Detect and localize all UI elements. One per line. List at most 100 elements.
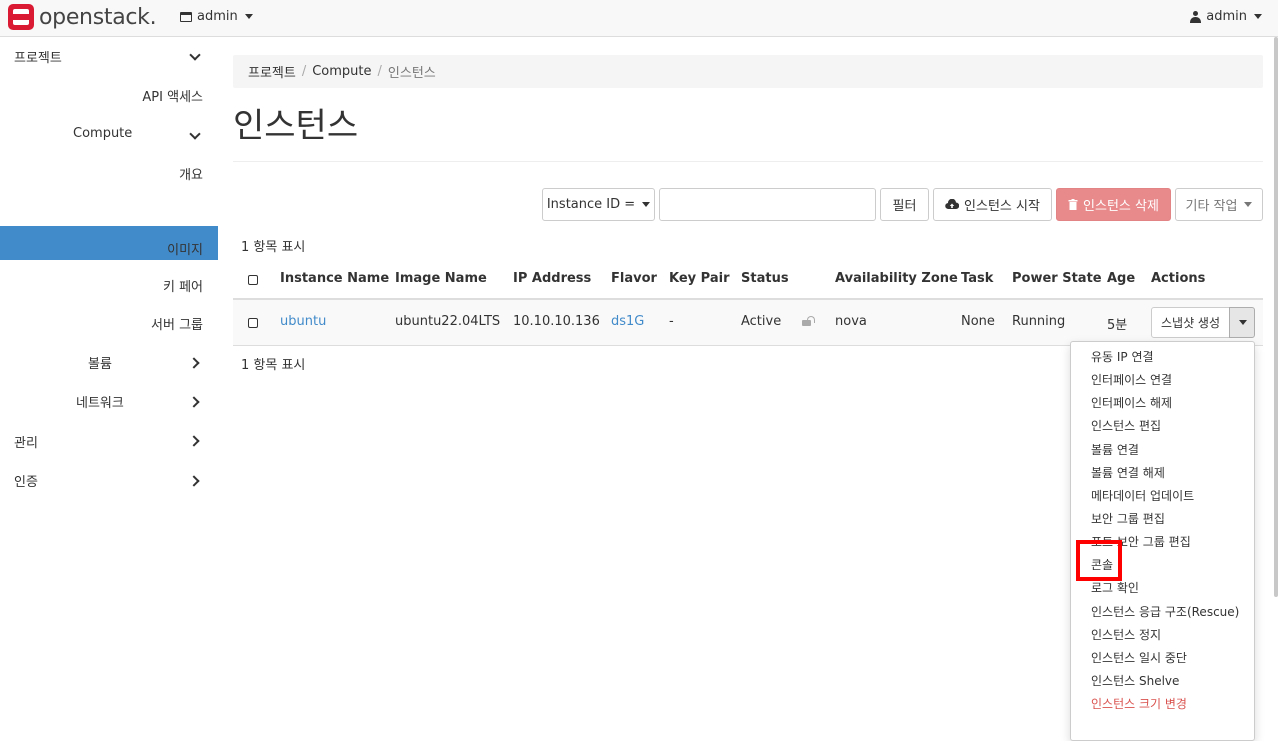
col-power-state[interactable]: Power State bbox=[1012, 271, 1102, 286]
col-age[interactable]: Age bbox=[1107, 271, 1135, 286]
sidebar-item-images[interactable]: 이미지 bbox=[167, 239, 203, 258]
caret-down-icon bbox=[244, 14, 253, 19]
menu-item-update-metadata[interactable]: 메타데이터 업데이트 bbox=[1091, 487, 1194, 504]
caret-down-icon bbox=[1254, 14, 1262, 19]
power-state-cell: Running bbox=[1012, 314, 1066, 329]
row-checkbox[interactable] bbox=[248, 318, 258, 328]
sidebar-item-api-access[interactable]: API 액세스 bbox=[142, 86, 203, 105]
task-cell: None bbox=[961, 314, 995, 329]
key-pair-cell: - bbox=[669, 314, 674, 329]
breadcrumb-project[interactable]: 프로젝트 bbox=[248, 62, 296, 81]
filter-field-select[interactable]: Instance ID = bbox=[542, 188, 655, 221]
chevron-right-icon[interactable] bbox=[188, 357, 200, 369]
col-ip-address[interactable]: IP Address bbox=[513, 271, 591, 286]
breadcrumb-instances: 인스턴스 bbox=[387, 66, 436, 81]
sidebar-item-identity[interactable]: 인증 bbox=[14, 471, 38, 490]
chevron-right-icon[interactable] bbox=[188, 396, 200, 408]
instance-name-link[interactable]: ubuntu bbox=[280, 314, 326, 329]
menu-item-associate-floating-ip[interactable]: 유동 IP 연결 bbox=[1091, 348, 1154, 365]
sidebar-item-network[interactable]: 네트워크 bbox=[76, 392, 124, 411]
launch-instance-label: 인스턴스 시작 bbox=[964, 199, 1040, 214]
col-instance-name[interactable]: Instance Name bbox=[280, 271, 389, 286]
availability-zone-cell: nova bbox=[835, 314, 867, 329]
caret-down-icon bbox=[642, 202, 651, 207]
col-task[interactable]: Task bbox=[961, 271, 993, 286]
openstack-logo[interactable]: openstack. bbox=[8, 4, 157, 30]
menu-item-suspend-instance[interactable]: 인스턴스 일시 중단 bbox=[1091, 649, 1187, 666]
col-image-name[interactable]: Image Name bbox=[395, 271, 487, 286]
console-highlight-box bbox=[1076, 540, 1122, 581]
user-menu-label: admin bbox=[1206, 9, 1247, 24]
col-actions: Actions bbox=[1151, 271, 1206, 286]
project-menu[interactable]: admin bbox=[180, 9, 253, 24]
openstack-logo-icon bbox=[8, 4, 34, 30]
breadcrumb-separator: / bbox=[377, 64, 382, 79]
sidebar-item-overview[interactable]: 개요 bbox=[179, 164, 203, 183]
flavor-link[interactable]: ds1G bbox=[611, 314, 644, 329]
menu-item-rescue-instance[interactable]: 인스턴스 응급 구조(Rescue) bbox=[1091, 603, 1239, 620]
age-cell: 5분 bbox=[1107, 318, 1128, 333]
breadcrumb: 프로젝트 / Compute / 인스턴스 bbox=[233, 55, 1263, 88]
filter-button[interactable]: 필터 bbox=[880, 188, 929, 221]
create-snapshot-button[interactable]: 스냅샷 생성 bbox=[1151, 307, 1230, 338]
status-cell: Active bbox=[741, 314, 782, 329]
window-icon bbox=[180, 11, 192, 22]
delete-instances-label: 인스턴스 삭제 bbox=[1083, 199, 1159, 214]
top-navbar: openstack. admin admin bbox=[0, 0, 1278, 37]
breadcrumb-separator: / bbox=[301, 64, 307, 79]
launch-instance-button[interactable]: 인스턴스 시작 bbox=[933, 188, 1052, 221]
menu-item-shelve-instance[interactable]: 인스턴스 Shelve bbox=[1091, 672, 1179, 689]
item-count-top: 1 항목 표시 bbox=[241, 240, 306, 255]
caret-down-icon bbox=[1244, 202, 1253, 207]
more-actions-label: 기타 작업 bbox=[1185, 199, 1238, 214]
user-menu[interactable]: admin bbox=[1190, 9, 1262, 24]
menu-item-view-log[interactable]: 로그 확인 bbox=[1091, 579, 1139, 596]
filter-button-label: 필터 bbox=[892, 199, 917, 214]
ip-address-cell: 10.10.10.136 bbox=[513, 314, 600, 329]
sidebar-item-server-groups[interactable]: 서버 그룹 bbox=[151, 314, 203, 333]
create-snapshot-label: 스냅샷 생성 bbox=[1160, 316, 1220, 330]
col-availability-zone[interactable]: Availability Zone bbox=[835, 271, 958, 286]
menu-item-resize-instance[interactable]: 인스턴스 크기 변경 bbox=[1091, 695, 1187, 712]
sidebar-item-admin[interactable]: 관리 bbox=[14, 432, 38, 451]
select-all-checkbox[interactable] bbox=[248, 275, 258, 285]
sidebar-item-instances[interactable]: 인스턴스 bbox=[155, 201, 203, 220]
breadcrumb-compute[interactable]: Compute bbox=[312, 64, 371, 79]
col-key-pair[interactable]: Key Pair bbox=[669, 271, 729, 286]
menu-item-attach-volume[interactable]: 볼륨 연결 bbox=[1091, 441, 1139, 458]
chevron-right-icon[interactable] bbox=[188, 435, 200, 447]
divider bbox=[233, 161, 1263, 162]
filter-input[interactable] bbox=[659, 188, 876, 221]
menu-item-detach-volume[interactable]: 볼륨 연결 해제 bbox=[1091, 464, 1165, 481]
filter-field-label: Instance ID = bbox=[546, 197, 636, 212]
chevron-down-icon[interactable] bbox=[189, 49, 201, 61]
menu-item-edit-security-groups[interactable]: 보안 그룹 편집 bbox=[1091, 510, 1165, 527]
user-icon bbox=[1190, 10, 1202, 23]
menu-item-attach-interface[interactable]: 인터페이스 연결 bbox=[1091, 371, 1172, 388]
page-title: 인스턴스 bbox=[233, 106, 359, 146]
caret-down-icon bbox=[1239, 320, 1247, 325]
sidebar-item-compute[interactable]: Compute bbox=[73, 126, 132, 141]
image-name-cell: ubuntu22.04LTS bbox=[395, 314, 501, 329]
page-scrollbar[interactable] bbox=[1274, 37, 1278, 597]
delete-instances-button[interactable]: 인스턴스 삭제 bbox=[1056, 188, 1171, 221]
sidebar-item-volumes[interactable]: 볼륨 bbox=[88, 353, 112, 372]
chevron-down-icon[interactable] bbox=[189, 128, 201, 140]
col-flavor[interactable]: Flavor bbox=[611, 271, 657, 286]
unlock-icon bbox=[802, 316, 815, 326]
cloud-upload-icon bbox=[945, 199, 960, 210]
brand-text: openstack. bbox=[39, 4, 157, 30]
chevron-right-icon[interactable] bbox=[188, 475, 200, 487]
menu-item-edit-instance[interactable]: 인스턴스 편집 bbox=[1091, 417, 1161, 434]
sidebar-item-key-pairs[interactable]: 키 페어 bbox=[163, 276, 203, 295]
project-menu-label: admin bbox=[197, 9, 238, 24]
sidebar: 프로젝트 API 액세스 Compute 개요 인스턴스 이미지 키 페어 서버… bbox=[0, 37, 218, 720]
trash-icon bbox=[1068, 199, 1078, 210]
more-actions-button[interactable]: 기타 작업 bbox=[1175, 188, 1263, 221]
col-status[interactable]: Status bbox=[741, 271, 789, 286]
sidebar-item-project[interactable]: 프로젝트 bbox=[14, 47, 62, 66]
menu-item-detach-interface[interactable]: 인터페이스 해제 bbox=[1091, 394, 1172, 411]
menu-item-stop-instance[interactable]: 인스턴스 정지 bbox=[1091, 626, 1161, 643]
item-count-bottom: 1 항목 표시 bbox=[241, 358, 306, 373]
row-actions-toggle[interactable] bbox=[1229, 307, 1255, 338]
